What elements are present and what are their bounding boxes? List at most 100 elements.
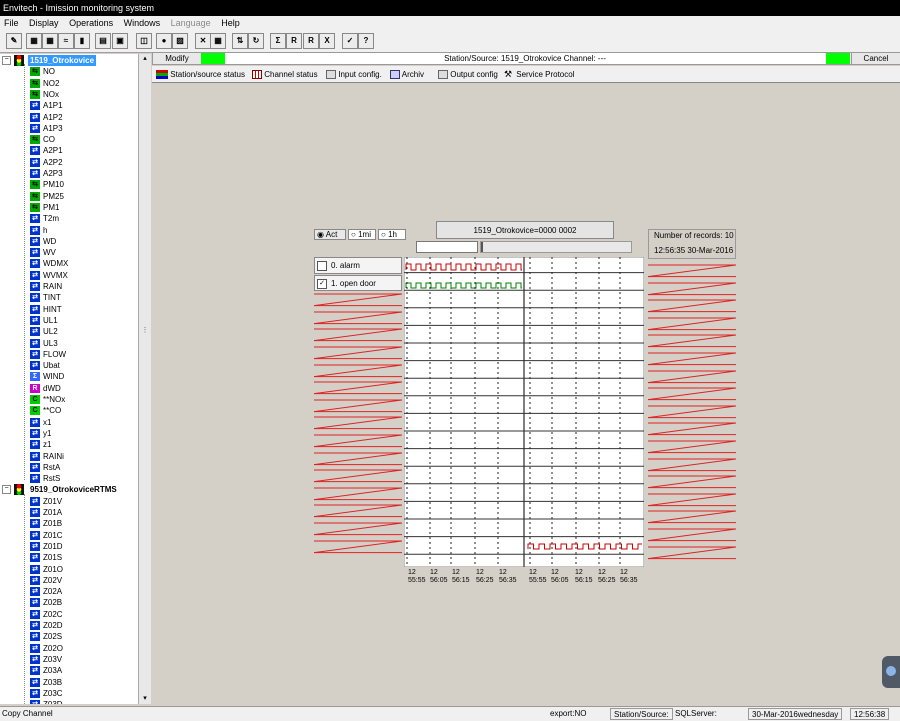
report-button[interactable]: ▤	[95, 33, 111, 49]
menu-display[interactable]: Display	[25, 16, 63, 30]
channel-arrows-icon: ⇄	[30, 123, 40, 133]
empty-signal-graphic	[313, 452, 403, 465]
tools-icon: ⚒	[504, 69, 513, 80]
r-button[interactable]: R	[286, 33, 302, 49]
scroll-up-icon[interactable]: ▴	[141, 54, 149, 64]
channel-arrows-icon: ⇄	[30, 474, 40, 484]
tab-label: Archiv	[401, 70, 425, 79]
radio-1mi[interactable]: ○ 1mi	[348, 229, 376, 240]
menu-windows[interactable]: Windows	[120, 16, 165, 30]
radio-label: Act	[325, 230, 338, 239]
tab-station-status[interactable]: Station/source status	[156, 68, 245, 81]
radio-1h[interactable]: ○ 1h	[378, 229, 406, 240]
menu-help[interactable]: Help	[217, 16, 244, 30]
chart-export-button[interactable]: ▨	[172, 33, 188, 49]
tab-output-config[interactable]: Output config	[438, 68, 498, 81]
empty-signal-graphic	[647, 440, 737, 454]
x-chart-button[interactable]: X	[319, 33, 335, 49]
channel-row-label[interactable]: 0. alarm	[314, 257, 402, 274]
cross-button[interactable]: ✕	[195, 33, 211, 49]
tree-channel-label: UL3	[43, 338, 58, 348]
channel-arrows-icon: ⇄	[30, 688, 40, 698]
channel-checkbox[interactable]: ✓	[317, 278, 327, 289]
channel-checkbox[interactable]	[317, 261, 327, 271]
traffic-light-icon: ●	[161, 36, 167, 45]
station-code-button[interactable]: 1519_Otrokovice=0000 0002	[436, 221, 614, 239]
basket-icon: ◫	[140, 36, 148, 45]
time-tick-label: 12 56:35	[620, 569, 638, 584]
radio-label: 1h	[388, 230, 397, 239]
checklist-button[interactable]: ✓	[342, 33, 358, 49]
traffic-light-button[interactable]: ●	[156, 33, 172, 49]
empty-channel-slot	[313, 310, 403, 327]
splitter-grip-icon[interactable]: ⋮	[141, 326, 149, 336]
modify-button[interactable]: Modify	[153, 53, 202, 64]
arrows-button[interactable]: ⇅	[232, 33, 248, 49]
channel-arrows-icon: ⇄	[30, 621, 40, 630]
menu-operations[interactable]: Operations	[65, 16, 117, 30]
channel-arrows-icon: ⇄	[30, 575, 40, 585]
floating-tool-button[interactable]	[882, 656, 900, 688]
range-start-field[interactable]	[416, 241, 478, 253]
tree-channel-label: z1	[43, 440, 52, 450]
slider-thumb[interactable]	[481, 242, 483, 252]
cancel-button[interactable]: Cancel	[851, 53, 900, 64]
channel-arrows-icon: ⇄	[30, 609, 40, 619]
empty-channel-slot	[313, 292, 403, 309]
station-grid-button[interactable]: ▦	[26, 33, 42, 49]
active-channel-icon: ⇆	[30, 202, 40, 212]
cycle-icon: ↻	[252, 36, 260, 45]
tab-label: Output config	[450, 70, 498, 79]
basket-button[interactable]: ◫	[136, 33, 152, 49]
collapse-icon[interactable]: −	[2, 56, 11, 65]
time-tick-label: 12 56:25	[476, 569, 494, 584]
app-title: Envitech - Imission monitoring system	[3, 3, 155, 13]
bar-chart-button[interactable]: ▮	[74, 33, 90, 49]
tab-service-protocol[interactable]: ⚒ Service Protocol	[504, 68, 574, 81]
report-icon: ▤	[99, 36, 107, 45]
channel-arrows-icon: ⇄	[30, 349, 40, 359]
channel-row-label[interactable]: ✓ 1. open door	[314, 274, 402, 292]
menu-file[interactable]: File	[0, 16, 23, 30]
cycle-button[interactable]: ↻	[248, 33, 264, 49]
channel-arrows-icon: ⇄	[30, 169, 40, 178]
wave-button[interactable]: ≈	[58, 33, 74, 49]
print-preview-button[interactable]: ▣	[112, 33, 128, 49]
channel-arrows-icon: ⇄	[30, 112, 40, 122]
time-tick-label: 12 55:55	[408, 569, 426, 584]
grid-button[interactable]: ▦	[210, 33, 226, 49]
channel-arrows-icon: ⇄	[30, 451, 40, 461]
tab-archiv[interactable]: Archiv	[390, 68, 424, 81]
empty-channel-slot	[647, 457, 737, 474]
channel-arrows-icon: ⇄	[30, 236, 40, 246]
tree-channel-label: RAIN	[43, 282, 63, 291]
empty-channel-slot	[647, 281, 737, 298]
tab-input-config[interactable]: Input config.	[326, 68, 382, 81]
channel-arrows-icon: ⇄	[30, 564, 40, 574]
tab-channel-status[interactable]: Channel status	[252, 68, 318, 81]
empty-channel-slot	[313, 451, 403, 468]
time-slider[interactable]	[480, 241, 632, 253]
pen-button[interactable]: ✎	[6, 33, 22, 49]
channel-arrows-icon: ⇄	[30, 428, 40, 438]
status-station: Station/Source:	[610, 708, 673, 720]
tree-scrollbar[interactable]: ▴ ⋮ ▾	[138, 54, 151, 704]
empty-channel-slot	[647, 404, 737, 421]
scroll-down-icon[interactable]: ▾	[141, 694, 149, 704]
collapse-icon[interactable]: −	[2, 485, 11, 495]
radio-act[interactable]: ◉ Act	[314, 229, 346, 240]
empty-channel-slot	[647, 333, 737, 350]
station-edit-button[interactable]: ▦	[42, 33, 58, 49]
empty-signal-graphic	[313, 346, 403, 360]
status-icon	[156, 70, 168, 80]
sigma-button[interactable]: Σ	[270, 33, 286, 49]
tree-channel-label: Z01V	[43, 496, 63, 506]
tree-channel-label: NO2	[43, 78, 60, 88]
tree-channel-label: A1P2	[43, 112, 63, 122]
channel-arrows-icon: ⇄	[30, 541, 40, 551]
help-button[interactable]: ?	[358, 33, 374, 49]
tree-connector	[24, 494, 25, 704]
menu-language[interactable]: Language	[167, 16, 215, 30]
empty-signal-graphic	[313, 311, 403, 324]
r-chart-button[interactable]: R	[303, 33, 319, 49]
